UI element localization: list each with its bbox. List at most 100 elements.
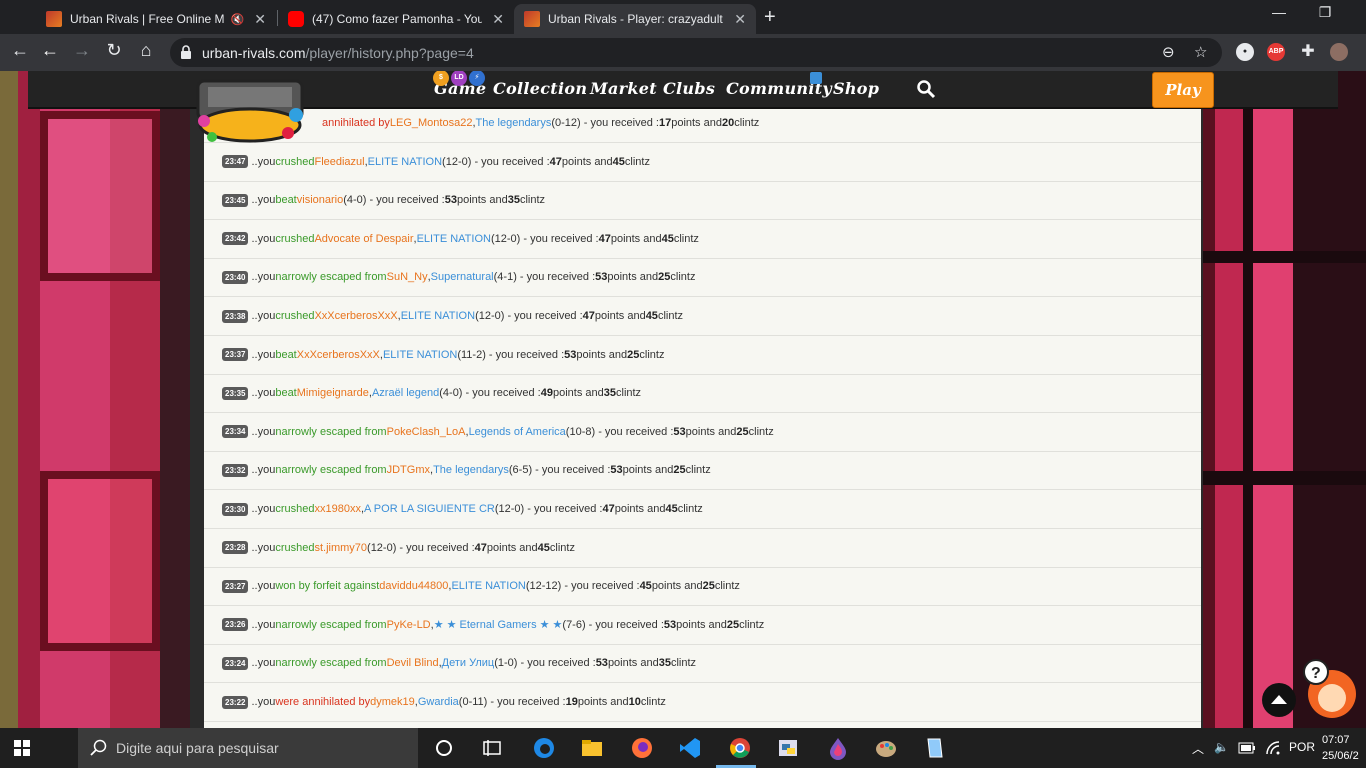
clan-link[interactable]: The legendarys	[476, 117, 552, 129]
opponent-link[interactable]: LEG_Montosa22	[390, 117, 473, 129]
history-text: (7-6) - you received :	[562, 618, 664, 631]
help-mascot-icon[interactable]: ?	[1300, 656, 1360, 726]
clan-link[interactable]: The legendarys	[433, 464, 509, 476]
clan-link[interactable]: ELITE NATION	[368, 156, 442, 168]
clan-link[interactable]: Gwardia	[418, 696, 459, 708]
reward-value: 53	[610, 464, 623, 477]
cortana-icon[interactable]	[432, 736, 456, 760]
new-tab-plus-icon[interactable]: +	[764, 6, 776, 29]
close-tab-icon[interactable]: ✕	[728, 11, 746, 28]
history-row: 23:42 ..you crushed Advocate of Despair, …	[204, 220, 1201, 259]
back-arrow-icon[interactable]: ←	[8, 40, 32, 61]
opponent-link[interactable]: Devil Blind	[387, 657, 439, 669]
bookmark-star-icon[interactable]: ☆	[1194, 43, 1207, 61]
volume-icon[interactable]: 🔈	[1214, 740, 1229, 754]
history-text: ..you	[251, 194, 276, 207]
opponent-link[interactable]: dymek19	[370, 696, 415, 708]
minimize-icon[interactable]: —	[1256, 4, 1302, 20]
clan-link[interactable]: Дети Улиц	[442, 657, 495, 669]
paint-palette-icon[interactable]	[874, 736, 898, 760]
nav-shop[interactable]: Shop	[833, 79, 879, 98]
reward-value: 45	[645, 310, 658, 322]
opponent-link[interactable]: st.jimmy70	[314, 542, 367, 554]
edge-icon[interactable]	[532, 736, 556, 760]
back-nav-icon[interactable]: ←	[38, 40, 62, 61]
forward-arrow-icon[interactable]: →	[70, 40, 94, 61]
adblock-plus-icon[interactable]: ABP	[1267, 43, 1285, 61]
close-tab-icon[interactable]: ✕	[248, 11, 266, 28]
chrome-icon[interactable]	[728, 736, 752, 760]
krita-drop-icon[interactable]	[826, 736, 850, 760]
scroll-to-top-button[interactable]	[1262, 683, 1296, 717]
reload-icon[interactable]: ↻	[102, 40, 126, 61]
nav-collection[interactable]: Collection	[493, 79, 587, 98]
opponent-link[interactable]: xx1980xx	[314, 503, 360, 515]
history-text: (4-0) - you received :	[343, 194, 445, 207]
clan-link[interactable]: ELITE NATION	[417, 233, 491, 245]
nav-clubs[interactable]: Clubs	[663, 79, 715, 98]
notification-flag-icon	[810, 72, 822, 84]
windows-start-icon[interactable]	[14, 740, 30, 756]
taskbar-search-box[interactable]: Digite aqui para pesquisar	[78, 728, 418, 768]
background-window-decoration	[40, 111, 160, 281]
opponent-link[interactable]: Fleediazul	[314, 156, 364, 168]
play-button[interactable]: Play	[1152, 72, 1214, 108]
clan-link[interactable]: Legends of America	[469, 426, 566, 438]
tray-chevron-up-icon[interactable]: ︿	[1192, 740, 1204, 757]
extension-circle-icon[interactable]: ●	[1236, 43, 1254, 61]
restore-icon[interactable]: ❐	[1302, 4, 1348, 21]
history-text: (12-0) - you received :	[494, 503, 603, 515]
opponent-link[interactable]: Mimigeignarde	[297, 387, 369, 399]
clan-link[interactable]: Azraël legend	[372, 387, 439, 399]
clan-link[interactable]: ELITE NATION	[451, 580, 525, 592]
browser-tab-3-active[interactable]: Urban Rivals - Player: crazyadult ✕	[514, 4, 756, 34]
address-bar[interactable]: urban-rivals.com/player/history.php?page…	[170, 38, 1222, 67]
close-tab-icon[interactable]: ✕	[486, 11, 504, 28]
battle-result-text: narrowly escaped from	[275, 271, 387, 284]
history-row: 23:40 ..you narrowly escaped from SuN_Ny,…	[204, 258, 1201, 298]
battery-icon[interactable]	[1238, 742, 1256, 754]
home-icon[interactable]: ⌂	[134, 40, 158, 61]
clan-link[interactable]: ELITE NATION	[401, 310, 475, 322]
opponent-link[interactable]: PyKe-LD	[387, 619, 431, 631]
notepad-icon[interactable]	[922, 736, 946, 760]
vscode-icon[interactable]	[678, 736, 702, 760]
opponent-link[interactable]: Advocate of Despair	[314, 233, 413, 245]
background-art-right	[1203, 71, 1366, 728]
clan-link[interactable]: ELITE NATION	[383, 349, 457, 361]
opponent-link[interactable]: visionario	[297, 194, 343, 206]
task-view-icon[interactable]	[480, 736, 504, 760]
file-explorer-icon[interactable]	[580, 736, 604, 760]
history-text: points and	[671, 117, 722, 129]
browser-tab-2[interactable]: (47) Como fazer Pamonha - YouT ✕	[278, 4, 514, 34]
opponent-link[interactable]: daviddu44800	[379, 580, 448, 592]
profile-avatar[interactable]	[1330, 43, 1348, 61]
clan-link[interactable]: ★ ★ Eternal Gamers ★ ★	[434, 618, 563, 631]
reward-value: 53	[673, 425, 686, 438]
firefox-icon[interactable]	[630, 736, 654, 760]
urban-rivals-logo[interactable]	[192, 75, 308, 147]
opponent-link[interactable]: PokeClash_LoA	[387, 426, 466, 438]
wifi-icon[interactable]	[1265, 740, 1281, 756]
search-icon[interactable]	[916, 79, 936, 99]
clan-link[interactable]: Supernatural	[431, 271, 494, 283]
language-indicator[interactable]: POR	[1289, 740, 1315, 754]
zoom-icon[interactable]: ⊖	[1162, 43, 1175, 61]
battle-time-badge: 23:22	[222, 695, 249, 709]
nav-market[interactable]: Market	[590, 79, 657, 98]
browser-tab-1[interactable]: Urban Rivals | Free Online M 🔇 ✕	[36, 4, 276, 34]
muted-speaker-icon[interactable]: 🔇	[231, 13, 245, 26]
opponent-link[interactable]: JDTGmx	[387, 464, 430, 476]
history-row: 23:38 ..you crushed XxXcerberosXxX, ELITE…	[204, 297, 1201, 336]
battle-result-text: crushed	[275, 503, 315, 515]
clan-link[interactable]: A POR LA SIGUIENTE CR	[364, 503, 495, 515]
opponent-link[interactable]: SuN_Ny	[387, 271, 428, 283]
opponent-link[interactable]: XxXcerberosXxX	[297, 349, 380, 361]
history-text: ..you	[251, 541, 276, 554]
opponent-link[interactable]: XxXcerberosXxX	[314, 310, 397, 322]
history-text: points and	[577, 696, 629, 708]
extensions-puzzle-icon[interactable]: ✚	[1296, 41, 1320, 61]
url-text[interactable]: urban-rivals.com/player/history.php?page…	[202, 45, 474, 61]
system-clock[interactable]: 07:07 25/06/2	[1322, 732, 1359, 764]
python-idle-icon[interactable]	[776, 736, 800, 760]
